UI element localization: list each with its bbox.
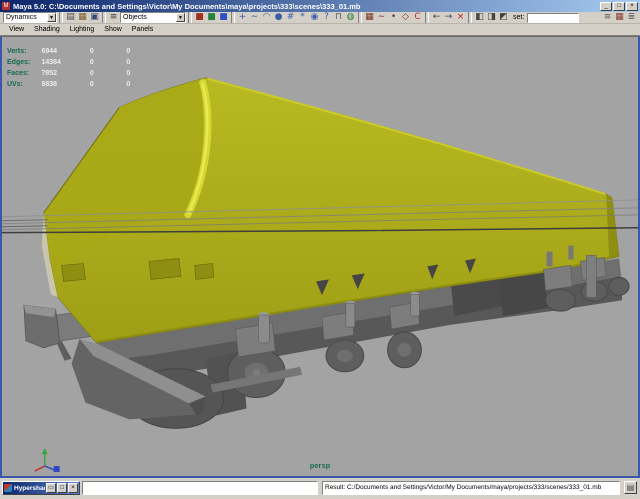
panel-menu-item[interactable]: Show	[99, 26, 127, 33]
poly-count-row: UVs: 8838 0 0	[7, 73, 142, 84]
maya-app-icon: M	[2, 2, 10, 10]
highlight-selection-icon[interactable]: ◍	[345, 12, 356, 23]
hypershade-minimized-window[interactable]: Hypershade ▭ □ ×	[2, 481, 80, 495]
file-icon-group: ▤▦▣ ≡	[58, 12, 119, 23]
toolbar-separator[interactable]	[102, 12, 106, 23]
poly-count-label: UVs:	[7, 81, 37, 88]
lock-selection-icon[interactable]: ⊓	[333, 12, 344, 23]
panel-menu-item[interactable]: Lighting	[65, 26, 100, 33]
script-editor-button[interactable]: ▤	[624, 481, 637, 494]
mask-surfaces-icon[interactable]: ◠	[261, 12, 272, 23]
stacked-bars-icon[interactable]: ≡	[602, 12, 613, 23]
render-globals-icon[interactable]: ◩	[498, 12, 509, 23]
input-connections-icon[interactable]: ←	[431, 12, 442, 23]
snap-curve-icon[interactable]: ∼	[376, 12, 387, 23]
poly-count-row: Verts: 6944 0 0	[7, 40, 142, 51]
window-close-button[interactable]: ×	[626, 2, 638, 11]
hypershade-restore-button[interactable]: ▭	[46, 483, 56, 493]
perspective-viewport[interactable]: Verts: 6944 0 0 Edges: 14384 0 0 Faces: …	[0, 36, 640, 478]
output-connections-icon[interactable]: →	[443, 12, 454, 23]
toolbar-separator[interactable]	[231, 12, 235, 23]
poly-count-hud: Verts: 6944 0 0 Edges: 14384 0 0 Faces: …	[7, 40, 142, 84]
poly-count-row: Faces: 7852 0 0	[7, 62, 142, 73]
select-object-icon[interactable]: ■	[206, 12, 217, 23]
poly-count-col2: 0	[90, 81, 122, 88]
save-scene-icon[interactable]: ▣	[89, 12, 100, 23]
selection-mask-select[interactable]: Objects ▼	[120, 12, 186, 23]
toolbar-separator[interactable]	[468, 12, 472, 23]
title-bar[interactable]: M Maya 5.0: C:\Documents and Settings\Vi…	[0, 0, 640, 12]
command-line-input[interactable]	[82, 481, 318, 495]
construction-history-icon[interactable]: ×	[455, 12, 466, 23]
chevron-down-icon[interactable]: ▼	[47, 13, 56, 22]
panel-menu-item[interactable]: Panels	[127, 26, 158, 33]
panel-menu-item[interactable]: Shading	[29, 26, 65, 33]
mask-dynamics-icon[interactable]: *	[297, 12, 308, 23]
right-icon-group: ≡▦≣	[602, 12, 637, 23]
set-label: set:	[513, 14, 524, 21]
window-title: Maya 5.0: C:\Documents and Settings\Vict…	[13, 2, 599, 11]
poly-count-row: Edges: 14384 0 0	[7, 51, 142, 62]
mask-rendering-icon[interactable]: ◉	[309, 12, 320, 23]
camera-label: persp	[2, 461, 638, 470]
hypershade-maximize-button[interactable]: □	[57, 483, 67, 493]
mask-handles-icon[interactable]: +	[237, 12, 248, 23]
main-toolbar: Dynamics ▼ ▤▦▣≡ Objects ▼ ■■■+∼◠●#*◉?⊓◍▦…	[0, 12, 640, 24]
poly-count-col3: 0	[126, 81, 142, 88]
select-component-icon[interactable]: ■	[218, 12, 229, 23]
red-grid-tool-icon[interactable]: ▦	[614, 12, 625, 23]
selection-mode-menu-icon[interactable]: ≡	[108, 12, 119, 23]
snap-point-icon[interactable]: •	[388, 12, 399, 23]
mask-deformers-icon[interactable]: #	[285, 12, 296, 23]
toolbar-separator[interactable]	[188, 12, 192, 23]
snap-view-icon[interactable]: ◇	[400, 12, 411, 23]
slider-tool-icon[interactable]: ≣	[626, 12, 637, 23]
poly-count-total: 8838	[41, 81, 85, 88]
viewport-canvas[interactable]	[2, 37, 638, 476]
render-current-frame-icon[interactable]: ◧	[474, 12, 485, 23]
new-scene-icon[interactable]: ▤	[65, 12, 76, 23]
hypershade-close-button[interactable]: ×	[68, 483, 78, 493]
menu-set-value: Dynamics	[6, 14, 37, 21]
ipr-render-icon[interactable]: ◨	[486, 12, 497, 23]
panel-menu-item[interactable]: View	[4, 26, 29, 33]
hypershade-icon	[4, 484, 12, 492]
make-live-icon[interactable]: C	[412, 12, 423, 23]
panel-menu-bar: ViewShadingLightingShowPanels	[0, 24, 640, 36]
selection-mask-value: Objects	[123, 14, 147, 21]
maya-window: M Maya 5.0: C:\Documents and Settings\Vi…	[0, 0, 640, 499]
mask-polygons-icon[interactable]: ●	[273, 12, 284, 23]
toolbar-separator[interactable]	[425, 12, 429, 23]
character-set-field[interactable]	[527, 13, 579, 23]
open-scene-icon[interactable]: ▦	[77, 12, 88, 23]
toolbar-separator[interactable]	[358, 12, 362, 23]
toolbar-separator[interactable]	[59, 12, 63, 23]
window-maximize-button[interactable]: □	[613, 2, 625, 11]
window-minimize-button[interactable]: _	[600, 2, 612, 11]
mask-icon-group: ■■■+∼◠●#*◉?⊓◍▦∼•◇C←→×◧◨◩	[187, 12, 509, 23]
menu-set-select[interactable]: Dynamics ▼	[3, 12, 57, 23]
select-hierarchy-icon[interactable]: ■	[194, 12, 205, 23]
mask-curves-icon[interactable]: ∼	[249, 12, 260, 23]
chevron-down-icon[interactable]: ▼	[176, 13, 185, 22]
mask-misc-icon[interactable]: ?	[321, 12, 332, 23]
snap-grid-icon[interactable]: ▦	[364, 12, 375, 23]
hypershade-title: Hypershade	[14, 485, 45, 492]
result-line[interactable]: Result: C:/Documents and Settings/Victor…	[322, 481, 620, 495]
status-bar: Hypershade ▭ □ × Result: C:/Documents an…	[0, 478, 640, 499]
